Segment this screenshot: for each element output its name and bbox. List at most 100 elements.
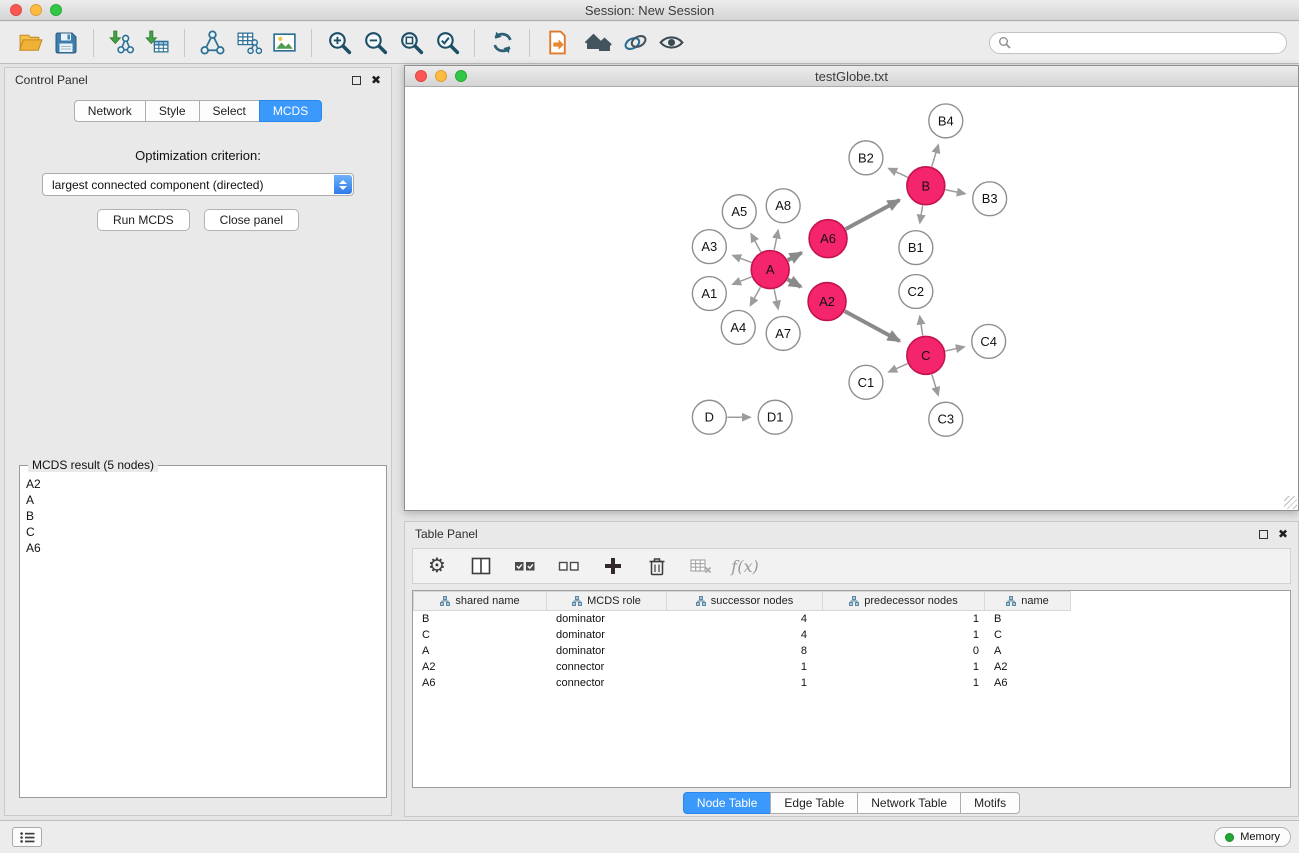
tab-network[interactable]: Network [74,100,146,122]
edge-A6-B[interactable] [846,200,900,229]
result-item[interactable]: A6 [26,540,380,556]
cell-shared-name[interactable]: A6 [413,677,547,689]
cell-name[interactable]: C [985,629,1071,641]
maximize-network-window-button[interactable] [455,70,467,82]
cell-mcds-role[interactable]: connector [547,661,667,673]
cell-predecessor-nodes[interactable]: 1 [823,613,985,625]
import-network-button[interactable] [103,26,139,60]
cell-name[interactable]: A6 [985,677,1071,689]
select-all-button[interactable] [511,552,539,580]
search-field[interactable] [989,32,1287,54]
task-history-button[interactable] [12,827,42,847]
edge-C-C1[interactable] [889,364,908,372]
export-image-button[interactable] [266,26,302,60]
cell-mcds-role[interactable]: dominator [547,645,667,657]
cell-mcds-role[interactable]: dominator [547,613,667,625]
edge-B-B2[interactable] [889,168,908,177]
zoom-in-button[interactable] [321,26,357,60]
network-canvas[interactable]: B4B2BB3A5A8A6B1A3AC2A1A2A4A7C4CC1C3DD1 [405,88,1298,510]
node-B[interactable]: B [907,167,945,205]
cell-successor-nodes[interactable]: 1 [667,661,823,673]
window-resize-grip[interactable] [1284,496,1297,509]
zoom-fit-button[interactable] [393,26,429,60]
result-item[interactable]: B [26,508,380,524]
node-A8[interactable]: A8 [766,189,800,223]
diagram-button[interactable] [617,26,653,60]
import-table-button[interactable] [139,26,175,60]
node-A4[interactable]: A4 [721,310,755,344]
node-A5[interactable]: A5 [722,195,756,229]
result-item[interactable]: A2 [26,476,380,492]
node-B3[interactable]: B3 [973,182,1007,216]
edge-A2-C[interactable] [845,311,900,341]
cell-successor-nodes[interactable]: 1 [667,677,823,689]
edge-A-A5[interactable] [751,234,761,252]
float-panel-icon[interactable] [1259,530,1268,539]
close-panel-icon[interactable]: ✖ [371,74,381,86]
table-row[interactable]: A2 connector 1 1 A2 [413,659,1290,675]
tab-select[interactable]: Select [199,100,260,122]
node-C1[interactable]: C1 [849,365,883,399]
close-network-window-button[interactable] [415,70,427,82]
delete-table-button[interactable] [687,552,715,580]
cell-name[interactable]: B [985,613,1071,625]
node-A7[interactable]: A7 [766,316,800,350]
node-B4[interactable]: B4 [929,104,963,138]
table-row[interactable]: A6 connector 1 1 A6 [413,675,1290,691]
column-header-shared-name[interactable]: shared name [413,591,547,611]
result-item[interactable]: A [26,492,380,508]
tab-style[interactable]: Style [145,100,200,122]
tab-mcds[interactable]: MCDS [259,100,322,122]
tab-edge-table[interactable]: Edge Table [770,792,858,814]
function-builder-button[interactable]: f(x) [731,552,759,580]
tab-network-table[interactable]: Network Table [857,792,961,814]
cell-shared-name[interactable]: A [413,645,547,657]
open-document-button[interactable] [539,26,575,60]
cell-predecessor-nodes[interactable]: 1 [823,629,985,641]
edge-C-C4[interactable] [945,347,964,351]
edge-B-B1[interactable] [920,205,923,223]
table-settings-button[interactable]: ⚙ [423,552,451,580]
column-header-mcds-role[interactable]: MCDS role [547,591,667,611]
edge-C-C3[interactable] [932,374,938,395]
cell-name[interactable]: A [985,645,1071,657]
column-header-predecessor-nodes[interactable]: predecessor nodes [823,591,985,611]
cell-successor-nodes[interactable]: 4 [667,629,823,641]
cell-predecessor-nodes[interactable]: 0 [823,645,985,657]
cell-shared-name[interactable]: A2 [413,661,547,673]
network-graph[interactable]: B4B2BB3A5A8A6B1A3AC2A1A2A4A7C4CC1C3DD1 [405,88,1298,510]
close-panel-button[interactable]: Close panel [204,209,299,231]
edge-A-A6[interactable] [788,253,802,260]
memory-button[interactable]: Memory [1214,827,1291,847]
cell-predecessor-nodes[interactable]: 1 [823,661,985,673]
edge-B-B3[interactable] [945,190,965,194]
search-input[interactable] [1016,36,1278,50]
cell-mcds-role[interactable]: connector [547,677,667,689]
node-B1[interactable]: B1 [899,231,933,265]
edge-B-B4[interactable] [932,145,939,167]
show-columns-button[interactable] [467,552,495,580]
criterion-dropdown[interactable]: largest connected component (directed) [42,173,354,196]
open-session-button[interactable] [12,26,48,60]
tab-motifs[interactable]: Motifs [960,792,1020,814]
export-network-button[interactable] [230,26,266,60]
node-C4[interactable]: C4 [972,324,1006,358]
new-network-button[interactable] [194,26,230,60]
table-row[interactable]: A dominator 8 0 A [413,643,1290,659]
node-C2[interactable]: C2 [899,275,933,309]
zoom-out-button[interactable] [357,26,393,60]
homepage-button[interactable] [581,26,617,60]
column-header-name[interactable]: name [985,591,1071,611]
edge-A-A8[interactable] [774,230,778,250]
cell-shared-name[interactable]: B [413,613,547,625]
edge-A-A4[interactable] [750,287,760,306]
cell-shared-name[interactable]: C [413,629,547,641]
save-session-button[interactable] [48,26,84,60]
edge-A-A2[interactable] [788,279,801,286]
cell-successor-nodes[interactable]: 4 [667,613,823,625]
edge-A-A7[interactable] [774,289,778,309]
add-column-button[interactable] [599,552,627,580]
node-B2[interactable]: B2 [849,141,883,175]
node-A[interactable]: A [751,251,789,289]
close-panel-icon[interactable]: ✖ [1278,528,1288,540]
